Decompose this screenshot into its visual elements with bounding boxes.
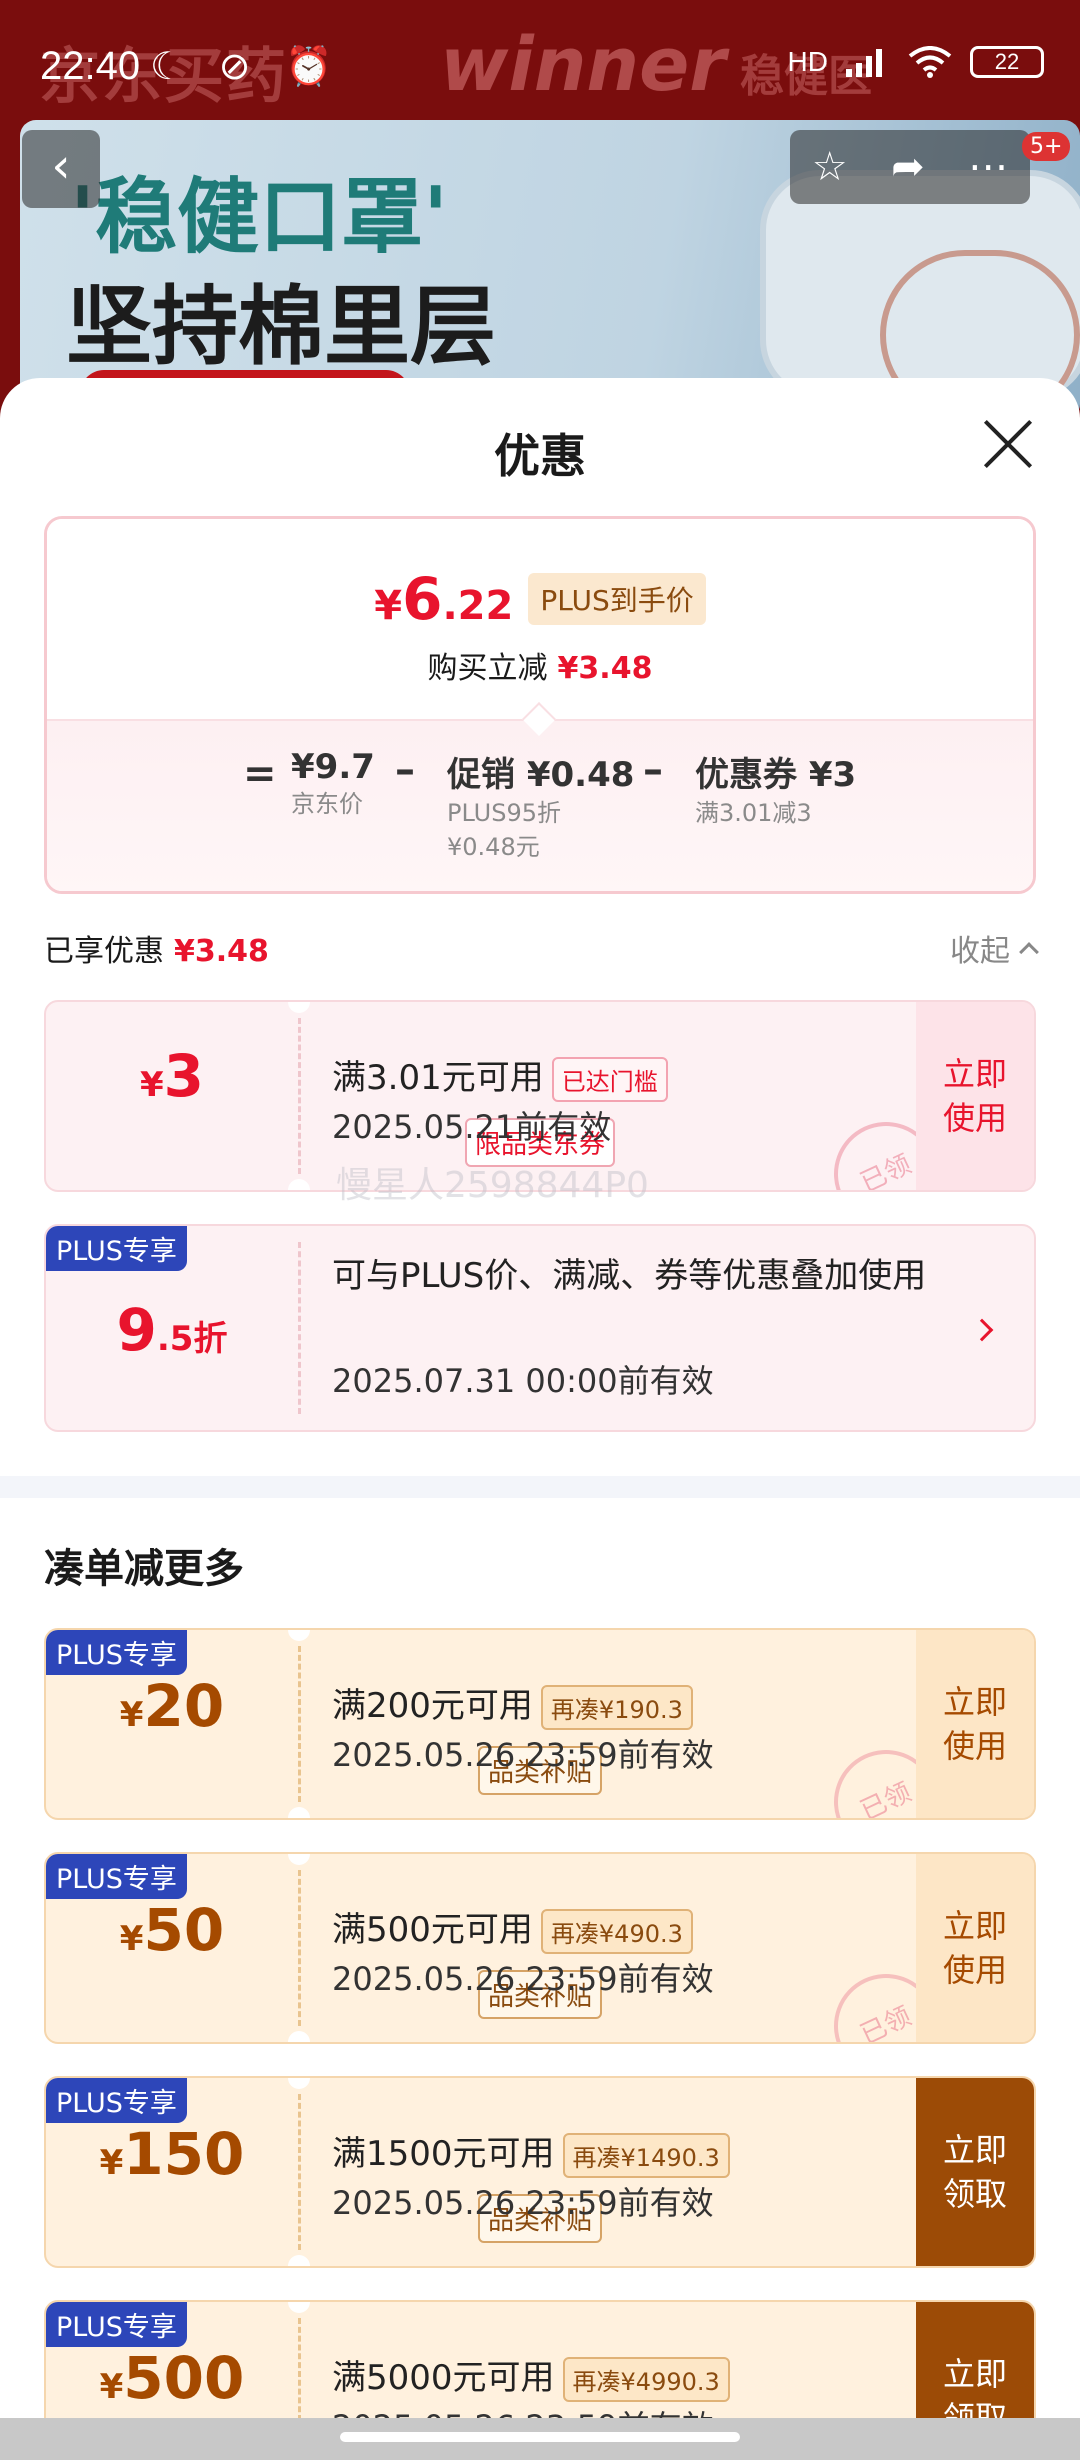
section-divider <box>0 1476 1080 1498</box>
user-watermark: 慢星人2598844P0 <box>336 1165 649 1206</box>
use-now-button[interactable]: 立即使用 <box>916 1854 1034 2042</box>
use-now-button[interactable]: 立即使用 <box>916 1630 1034 1818</box>
coupon-condition: 满500元可用 再凑¥490.3 <box>332 1902 693 1954</box>
chevron-up-icon <box>1019 942 1039 962</box>
banner-headline: '稳健口罩' <box>70 170 449 265</box>
share-icon[interactable]: ➦ <box>891 144 925 190</box>
plus-exclusive-label: PLUS专享 <box>46 2078 187 2123</box>
coupon-validity: 2025.05.26 23:59前有效 <box>332 1736 714 1774</box>
back-button[interactable]: ‹ <box>22 130 100 208</box>
plus-exclusive-label: PLUS专享 <box>46 1630 187 1675</box>
equals-sign: = <box>243 751 277 797</box>
favorite-star-icon[interactable]: ☆ <box>812 144 848 190</box>
status-indicators: ☾ ⊘ ⏰ <box>150 46 345 88</box>
coupon-validity: 2025.05.26 23:59前有效 <box>332 2402 714 2418</box>
claim-now-button[interactable]: 立即领取 <box>916 2078 1034 2266</box>
coupon-condition: 满5000元可用 再凑¥4990.3 <box>332 2350 730 2402</box>
gap-chip: 再凑¥490.3 <box>540 1909 693 1954</box>
price-summary-card: ¥6.22 PLUS到手价 购买立减 ¥3.48 = ¥9.7 京东价 – 促销 … <box>44 516 1036 894</box>
chevron-right-icon <box>970 1318 994 1342</box>
plus-discount-card[interactable]: PLUS专享 9.5折 可与PLUS价、满减、券等优惠叠加使用 2025.07.… <box>44 1224 1036 1432</box>
plus-price-tag: PLUS到手价 <box>528 573 706 625</box>
enjoyed-discount-value: ¥3.48 <box>174 934 269 969</box>
coupon-amount: ¥500 <box>99 2344 245 2412</box>
close-icon[interactable] <box>982 418 1034 470</box>
promo-discount: 促销 ¥0.48 PLUS95折 ¥0.48元 <box>447 755 635 861</box>
instant-discount-value: ¥3.48 <box>557 651 653 686</box>
wifi-icon <box>908 46 952 78</box>
collapse-button[interactable]: 收起 <box>950 926 1039 970</box>
signal-icon <box>846 49 882 77</box>
minus-sign: – <box>395 747 415 793</box>
page-actions: ☆ ➦ ⋯ <box>790 130 1030 204</box>
base-price: ¥9.7 京东价 <box>291 747 375 818</box>
coupon-card: PLUS专享 ¥500 品类补贴 满5000元可用再凑¥4990.3 2025.… <box>44 2300 1036 2418</box>
threshold-chip: 已达门槛 <box>551 1057 668 1102</box>
gap-chip: 再凑¥1490.3 <box>562 2133 730 2178</box>
claim-now-button[interactable]: 立即领取 <box>916 2302 1034 2418</box>
coupon-card: PLUS专享 ¥50 品类补贴 满500元可用 再凑¥490.3 2025.05.… <box>44 1852 1036 2044</box>
coupon-amount: ¥50 <box>119 1896 225 1964</box>
gap-chip: 再凑¥4990.3 <box>562 2357 730 2402</box>
more-icon[interactable]: ⋯ <box>968 144 1008 190</box>
coupon-card: PLUS专享 ¥150 品类补贴 满1500元可用 再凑¥1490.3 2025.… <box>44 2076 1036 2268</box>
home-indicator[interactable] <box>340 2432 740 2442</box>
plus-discount-validity: 2025.07.31 00:00前有效 <box>332 1362 714 1400</box>
coupon-amount: ¥3 <box>139 1042 205 1110</box>
status-time: 22:40 <box>40 44 141 88</box>
enjoyed-discount-row: 已享优惠 ¥3.48 <box>44 934 269 969</box>
discount-sheet: 优惠 ¥6.22 PLUS到手价 购买立减 ¥3.48 = ¥9.7 京东价 – … <box>0 378 1080 2418</box>
plus-exclusive-label: PLUS专享 <box>46 2302 187 2347</box>
gap-chip: 再凑¥190.3 <box>540 1685 693 1730</box>
coupon-validity: 2025.05.26 23:59前有效 <box>332 2184 714 2222</box>
instant-discount-row: 购买立减 ¥3.48 <box>427 651 653 686</box>
coupon-card: PLUS专享 ¥20 品类补贴 满200元可用 再凑¥190.3 2025.05.… <box>44 1628 1036 1820</box>
plus-exclusive-label: PLUS专享 <box>46 1854 187 1899</box>
coupon-condition: 满200元可用 再凑¥190.3 <box>332 1678 693 1730</box>
final-price-row: ¥6.22 PLUS到手价 <box>47 565 1033 633</box>
use-now-button[interactable]: 立即使用 <box>916 1002 1034 1190</box>
status-bar: 22:40 ☾ ⊘ ⏰ HD 22 <box>0 0 1080 140</box>
coupon-condition: 满3.01元可用 已达门槛 <box>332 1050 668 1102</box>
battery-icon: 22 <box>970 46 1044 78</box>
message-badge: 5+ <box>1022 132 1071 161</box>
final-price: ¥6.22 <box>374 565 514 633</box>
more-section-title: 凑单减更多 <box>44 1546 244 1592</box>
plus-discount-desc: 可与PLUS价、满减、券等优惠叠加使用 <box>332 1256 927 1296</box>
plus-discount-amount: 9.5折 <box>116 1296 228 1364</box>
coupon-amount: ¥20 <box>119 1672 225 1740</box>
sheet-title: 优惠 <box>494 429 586 483</box>
coupon-condition: 满1500元可用 再凑¥1490.3 <box>332 2126 730 2178</box>
coupon-amount: ¥150 <box>99 2120 245 2188</box>
coupon-discount: 优惠券 ¥3 满3.01减3 <box>695 755 857 827</box>
coupon-validity: 2025.05.26 23:59前有效 <box>332 1960 714 1998</box>
minus-sign: – <box>643 747 663 793</box>
network-hd-label: HD <box>787 46 828 77</box>
banner-subheadline: 坚持棉里层 <box>66 277 496 377</box>
coupon-validity: 2025.05.21前有效 <box>332 1108 612 1146</box>
plus-exclusive-label: PLUS专享 <box>46 1226 187 1271</box>
